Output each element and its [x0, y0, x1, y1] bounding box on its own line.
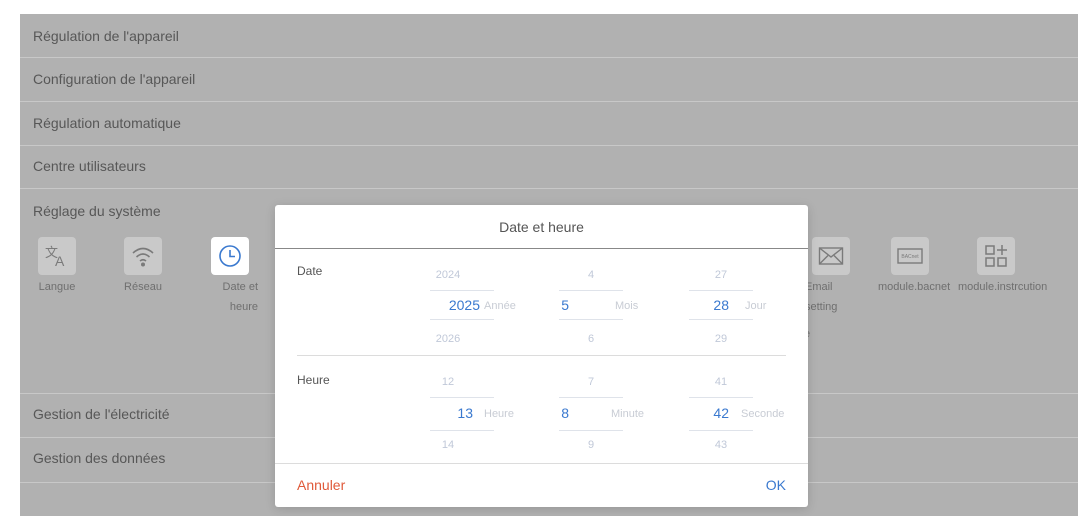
title-divider	[275, 248, 808, 249]
envelope-icon	[818, 247, 844, 265]
minute-next[interactable]: 9	[566, 439, 616, 451]
month-top-line	[559, 290, 623, 291]
section-title: Réglage du système	[33, 203, 161, 219]
menu-item-label: Configuration de l'appareil	[33, 71, 196, 87]
minute-current: 8	[561, 405, 569, 421]
date-time-tile[interactable]	[211, 237, 249, 275]
svg-text:A: A	[55, 253, 65, 269]
network-tile[interactable]	[124, 237, 162, 275]
menu-item-user-center[interactable]: Centre utilisateurs	[20, 146, 1078, 189]
wifi-icon	[132, 247, 154, 267]
second-bottom-line	[689, 430, 753, 431]
language-tile[interactable]: 文 A	[38, 237, 76, 275]
second-next[interactable]: 43	[696, 439, 746, 451]
month-current: 5	[561, 297, 569, 313]
day-next[interactable]: 29	[696, 333, 746, 345]
footer-divider	[275, 463, 808, 464]
menu-item-label: Régulation automatique	[33, 115, 181, 131]
menu-item-automatic-regulation[interactable]: Régulation automatique	[20, 102, 1078, 146]
second-current: 42	[713, 405, 729, 421]
menu-item-label: Régulation de l'appareil	[33, 28, 179, 44]
tile-label: Date et heure	[222, 281, 258, 313]
month-bottom-line	[559, 319, 623, 320]
bacnet-tile[interactable]: BACnet	[891, 237, 929, 275]
day-top-line	[689, 290, 753, 291]
tile-label: module.instrcution	[958, 281, 1048, 293]
menu-item-label: Gestion des données	[33, 450, 166, 466]
grid-plus-icon	[985, 245, 1007, 267]
bacnet-icon-text: BACnet	[901, 254, 919, 260]
date-time-dialog: Date et heure Date 2024 2025 Année 2026 …	[275, 205, 808, 507]
menu-item-label: Centre utilisateurs	[33, 158, 146, 174]
dialog-title: Date et heure	[499, 219, 584, 235]
menu-item-device-configuration[interactable]: Configuration de l'appareil	[20, 58, 1078, 102]
day-bottom-line	[689, 319, 753, 320]
year-bottom-line	[430, 319, 494, 320]
minute-bottom-line	[559, 430, 623, 431]
hour-next[interactable]: 14	[423, 439, 473, 451]
year-current: 2025	[448, 297, 480, 313]
year-prev[interactable]: 2024	[423, 269, 473, 281]
tile-label: Langue	[38, 281, 76, 293]
instruction-tile[interactable]	[977, 237, 1015, 275]
clock-icon	[219, 245, 241, 267]
hour-current: 13	[457, 405, 473, 421]
hour-top-line	[430, 397, 494, 398]
ok-button[interactable]: OK	[766, 477, 786, 493]
day-unit: Jour	[745, 300, 767, 312]
date-section-label: Date	[297, 264, 323, 278]
minute-prev[interactable]: 7	[566, 376, 616, 388]
month-prev[interactable]: 4	[566, 269, 616, 281]
section-divider	[297, 355, 786, 356]
year-next[interactable]: 2026	[423, 333, 473, 345]
hour-unit: Heure	[484, 408, 514, 420]
minute-unit: Minute	[611, 408, 645, 420]
time-section-label: Heure	[297, 373, 330, 387]
second-unit: Seconde	[741, 408, 785, 420]
year-top-line	[430, 290, 494, 291]
day-current: 28	[713, 297, 729, 313]
tile-label: Email setting	[805, 281, 838, 313]
tile-label: Réseau	[124, 281, 162, 293]
email-tile[interactable]	[812, 237, 850, 275]
hour-prev[interactable]: 12	[423, 376, 473, 388]
second-top-line	[689, 397, 753, 398]
cancel-button[interactable]: Annuler	[297, 477, 345, 493]
hour-bottom-line	[430, 430, 494, 431]
second-prev[interactable]: 41	[696, 376, 746, 388]
year-unit: Année	[484, 300, 516, 312]
menu-item-label: Gestion de l'électricité	[33, 406, 170, 422]
translate-icon: 文 A	[45, 246, 65, 269]
menu-item-device-regulation[interactable]: Régulation de l'appareil	[20, 14, 1078, 58]
minute-top-line	[559, 397, 623, 398]
tile-label: module.bacnet	[878, 281, 951, 293]
day-prev[interactable]: 27	[696, 269, 746, 281]
bacnet-icon: BACnet	[897, 248, 923, 264]
month-next[interactable]: 6	[566, 333, 616, 345]
month-unit: Mois	[615, 300, 639, 312]
